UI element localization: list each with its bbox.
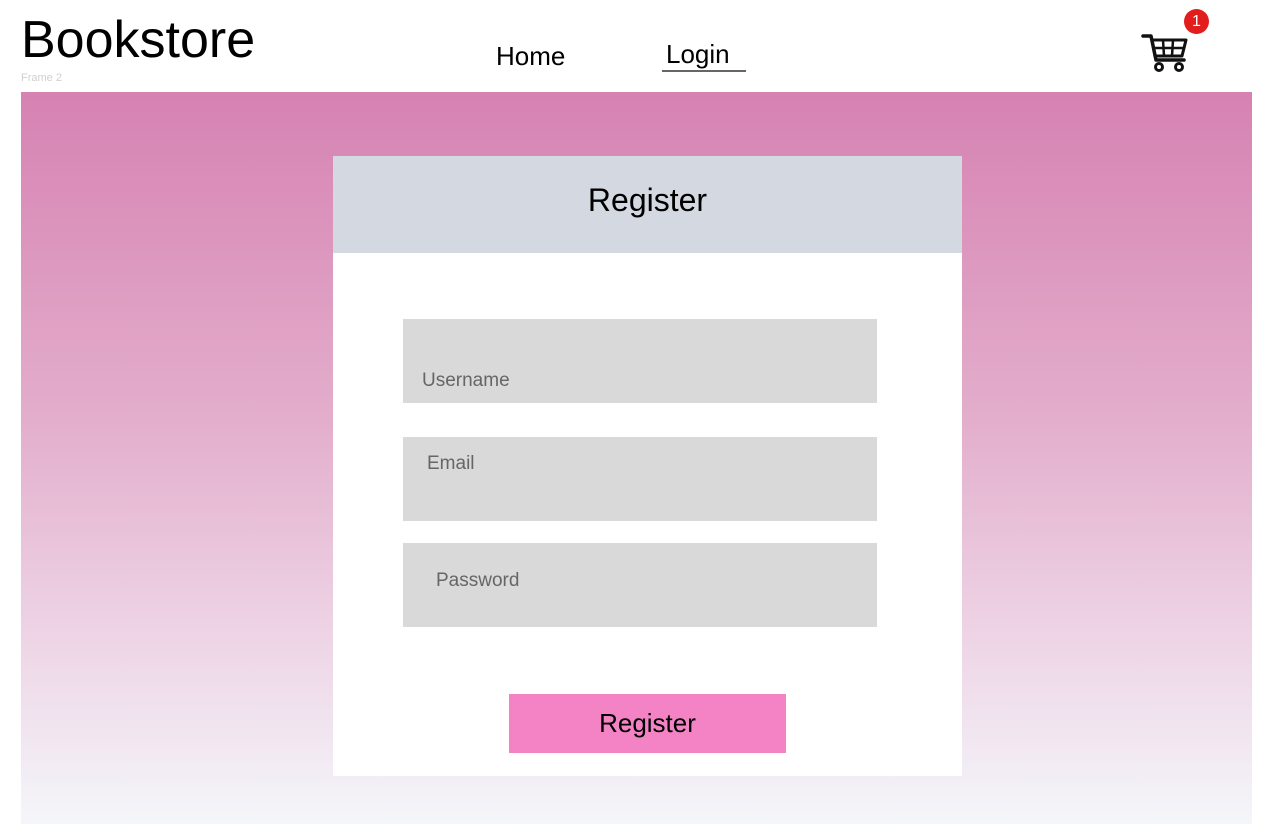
username-input[interactable] <box>403 319 877 403</box>
register-title: Register <box>587 182 708 218</box>
cart-count-badge: 1 <box>1184 9 1209 34</box>
email-input[interactable] <box>403 437 877 521</box>
nav-active-underline <box>662 70 746 72</box>
frame-label: Frame 2 <box>21 72 62 84</box>
register-card: Register Register <box>333 156 962 776</box>
cart-button[interactable] <box>1140 28 1190 74</box>
password-input[interactable] <box>403 543 877 627</box>
nav-home-link[interactable]: Home <box>496 41 565 71</box>
nav-login-link[interactable]: Login <box>666 39 730 69</box>
register-button[interactable]: Register <box>509 694 786 753</box>
brand-logo: Bookstore <box>21 11 256 69</box>
shopping-cart-icon <box>1141 34 1188 72</box>
register-card-header: Register <box>333 156 962 253</box>
